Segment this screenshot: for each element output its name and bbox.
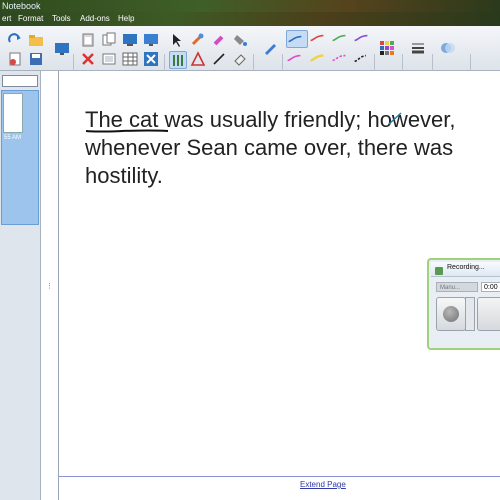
pen-style-yellow[interactable]	[309, 50, 329, 66]
menu-format[interactable]: Format	[18, 13, 43, 25]
recorder-icon	[435, 267, 443, 275]
color-palette-icon[interactable]	[379, 40, 395, 56]
page-sorter: 55 AM	[0, 71, 41, 500]
pen-icon[interactable]	[262, 40, 278, 56]
sidebar-splitter[interactable]: ⋮	[41, 71, 59, 500]
line-width-icon[interactable]	[410, 40, 426, 56]
redo-icon[interactable]	[7, 32, 23, 48]
pen-style-green[interactable]	[331, 30, 351, 46]
full-screen-icon[interactable]	[122, 32, 138, 48]
extend-page-link[interactable]: Extend Page	[300, 480, 346, 489]
note-line-2: whenever Sean came over, there was	[85, 135, 454, 160]
line-icon[interactable]	[211, 51, 227, 67]
eraser-icon[interactable]	[232, 51, 248, 67]
note-line-3: hostility.	[85, 163, 163, 188]
page-thumbnail[interactable]: 55 AM	[1, 90, 39, 225]
menu-help[interactable]: Help	[118, 13, 134, 25]
magic-pen-icon[interactable]	[190, 32, 206, 48]
thumbnail-timestamp: 55 AM	[4, 135, 22, 141]
capture-icon[interactable]	[101, 51, 117, 67]
fill-icon[interactable]	[232, 32, 248, 48]
table-icon[interactable]	[122, 51, 138, 67]
open-folder-icon[interactable]	[28, 32, 44, 48]
thumbnail-page-preview	[3, 93, 23, 133]
highlighter-icon[interactable]	[211, 32, 227, 48]
pen-style-red[interactable]	[309, 30, 329, 46]
save-icon[interactable]	[28, 51, 44, 67]
page-end-line	[59, 476, 500, 477]
splitter-grip-icon: ⋮	[46, 283, 53, 290]
pen-style-black-arrow[interactable]	[353, 50, 373, 66]
pen-style-blue[interactable]	[286, 30, 308, 48]
display-icon[interactable]	[143, 32, 159, 48]
shapes-icon[interactable]	[190, 51, 206, 67]
page-sorter-dropdown[interactable]	[2, 75, 38, 87]
record-icon	[443, 306, 459, 322]
record-options-dropdown[interactable]	[465, 297, 475, 331]
menu-insert[interactable]: ert	[2, 13, 11, 25]
recorder-header: Recording...	[431, 262, 500, 277]
dual-page-icon[interactable]	[143, 51, 159, 67]
menu-bar: ert Format Tools Add-ons Help	[0, 12, 500, 26]
menu-tools[interactable]: Tools	[52, 13, 71, 25]
strike-annotation	[388, 112, 402, 125]
recorder-mode-dropdown[interactable]: Manu...	[436, 282, 478, 292]
cut-icon[interactable]	[80, 51, 96, 67]
select-arrow-icon[interactable]	[169, 32, 185, 48]
recorder-title: Recording...	[447, 264, 485, 271]
pen-style-pink[interactable]	[286, 50, 306, 66]
menu-addons[interactable]: Add-ons	[80, 13, 110, 25]
title-bar: Notebook	[0, 0, 500, 12]
pens-icon[interactable]	[169, 51, 187, 69]
delete-page-icon[interactable]	[7, 51, 23, 67]
pen-style-dashed-pink[interactable]	[331, 50, 351, 66]
record-button[interactable]	[436, 297, 466, 331]
screen-shade-icon[interactable]	[54, 41, 70, 57]
toolbar	[0, 26, 500, 94]
window-title: Notebook	[2, 1, 41, 11]
recorder-time: 0:00	[481, 282, 500, 292]
underline-annotation	[85, 129, 169, 133]
pen-style-purple[interactable]	[353, 30, 373, 46]
copy-icon[interactable]	[101, 32, 117, 48]
stop-button[interactable]	[477, 297, 500, 331]
recorder-window: Recording... Manu... 0:00	[427, 258, 500, 350]
transparency-icon[interactable]	[440, 40, 456, 56]
paste-icon[interactable]	[80, 32, 96, 48]
